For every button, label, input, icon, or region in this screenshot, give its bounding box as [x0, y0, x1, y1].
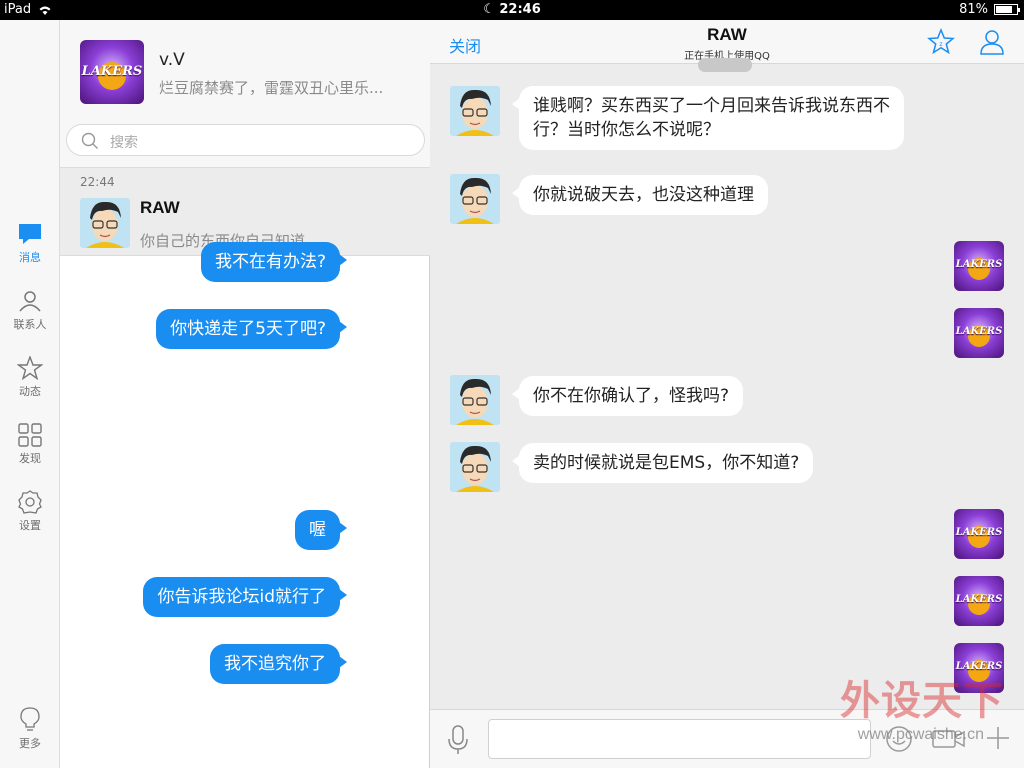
- search-bar: 搜索: [60, 120, 430, 168]
- rail-item-feed[interactable]: 动态: [0, 356, 60, 399]
- rail-item-discover[interactable]: 发现: [0, 423, 60, 466]
- own-avatar: LAKERS: [954, 509, 1004, 559]
- own-avatar: LAKERS: [954, 308, 1004, 358]
- search-icon: [81, 132, 98, 149]
- microphone-icon[interactable]: [447, 725, 469, 755]
- conversation-time: 22:44: [80, 175, 115, 189]
- lakers-avatar: LAKERS: [80, 40, 144, 104]
- own-avatar: LAKERS: [954, 576, 1004, 626]
- account-status: 烂豆腐禁赛了，雷霆双丑心里乐...: [159, 79, 384, 97]
- sender-avatar: [450, 174, 500, 224]
- rail-item-settings[interactable]: 设置: [0, 490, 60, 533]
- grid-icon: [18, 423, 42, 447]
- gear-icon: [18, 490, 42, 514]
- current-account-card[interactable]: LAKERS v.V 烂豆腐禁赛了，雷霆双丑心里乐...: [60, 20, 430, 120]
- message-bubble[interactable]: 卖的时候就说是包EMS，你不知道?: [511, 443, 814, 483]
- moon-icon: ☾: [483, 2, 495, 17]
- status-bar: iPad ☾ 22:46 81%: [0, 0, 1024, 20]
- message-input[interactable]: [488, 719, 871, 759]
- rail-item-messages[interactable]: 消息: [0, 222, 60, 265]
- battery-icon: [994, 4, 1020, 15]
- lightbulb-icon: [20, 707, 40, 731]
- rail-item-more[interactable]: 更多: [0, 706, 60, 751]
- watermark-url: www.pcwaishe.cn: [857, 726, 984, 743]
- message-bubble[interactable]: 你就说破天去，也没这种道理: [512, 175, 768, 215]
- status-time: 22:46: [499, 2, 541, 17]
- message-bubble[interactable]: 喔: [295, 510, 347, 550]
- sender-avatar: [450, 86, 500, 136]
- message-bubble[interactable]: 我不追究你了: [210, 644, 347, 684]
- message-bubble[interactable]: 你快递走了5天了吧?: [156, 309, 347, 349]
- message-icon: [19, 224, 41, 244]
- search-placeholder: 搜索: [110, 135, 138, 151]
- battery-percent: 81%: [959, 2, 988, 17]
- message-bubble[interactable]: 你告诉我论坛id就行了: [143, 577, 347, 617]
- raw-avatar: [80, 198, 130, 248]
- sender-avatar: [450, 442, 500, 492]
- conversation-name: RAW: [140, 198, 180, 217]
- star-icon: [17, 356, 43, 380]
- watermark-logo: 外设天下: [840, 678, 1004, 724]
- chat-panel: 关闭 RAW 正在手机上使用QQ z 谁贱啊？买东西买了一个月回来告诉我说东西不…: [143, 20, 1024, 768]
- star-face-icon[interactable]: z: [927, 28, 955, 56]
- time-divider: [698, 58, 752, 72]
- message-bubble[interactable]: 我不在有办法?: [200, 242, 348, 282]
- rail-item-contacts[interactable]: 联系人: [0, 289, 60, 332]
- own-avatar: LAKERS: [954, 241, 1004, 291]
- message-bubble[interactable]: 你不在你确认了，怪我吗?: [511, 376, 744, 416]
- svg-text:z: z: [939, 41, 942, 48]
- sender-avatar: [450, 375, 500, 425]
- plus-icon[interactable]: [985, 725, 1011, 751]
- contacts-icon: [19, 291, 41, 312]
- nav-rail: 消息 联系人 动态 发现 设置 更多: [0, 20, 60, 768]
- profile-icon[interactable]: [978, 28, 1006, 56]
- account-nickname: v.V: [159, 50, 185, 70]
- message-bubble[interactable]: 谁贱啊？买东西买了一个月回来告诉我说东西不 行？当时你怎么不说呢？: [512, 86, 904, 150]
- search-input[interactable]: 搜索: [66, 124, 425, 156]
